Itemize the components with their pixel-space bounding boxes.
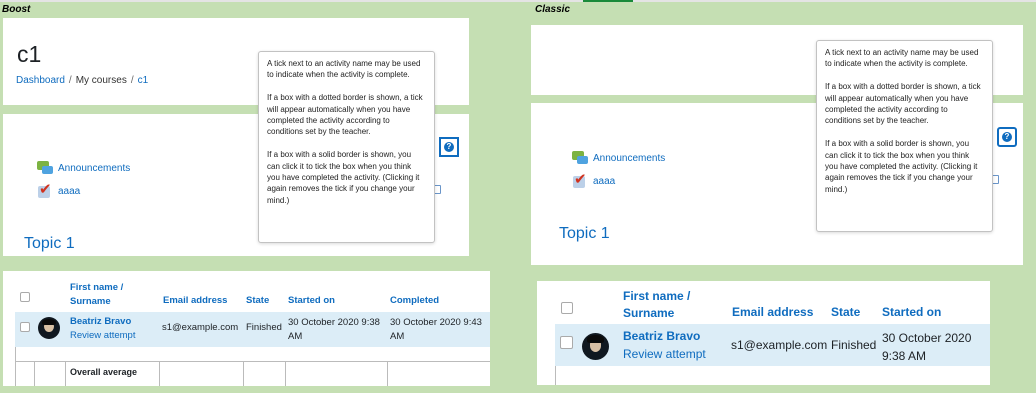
select-all-checkbox[interactable] — [20, 292, 30, 302]
activity-name: aaaa — [593, 175, 616, 187]
table-border — [65, 361, 66, 386]
cell-email: s1@example.com — [731, 338, 828, 352]
topic-heading[interactable]: Topic 1 — [24, 235, 75, 253]
completion-help-tooltip: A tick next to an activity name may be u… — [816, 40, 993, 232]
activity-announcements[interactable]: Announcements — [37, 160, 130, 176]
col-header-email[interactable]: Email address — [732, 305, 813, 319]
topic-heading[interactable]: Topic 1 — [559, 225, 610, 243]
activity-announcements[interactable]: Announcements — [572, 150, 665, 166]
sort-first-name[interactable]: First name — [623, 289, 684, 303]
activity-name: aaaa — [58, 185, 81, 197]
cell-state: Finished — [831, 338, 877, 352]
table-border — [555, 366, 556, 385]
col-header-completed[interactable]: Completed — [390, 295, 439, 306]
overall-average-label: Overall average — [70, 367, 138, 377]
review-attempt-link[interactable]: Review attempt — [623, 347, 706, 361]
col-header-email[interactable]: Email address — [163, 295, 227, 306]
col-header-state[interactable]: State — [246, 295, 269, 306]
boost-label: Boost — [2, 4, 31, 15]
sort-first-name[interactable]: First name — [70, 282, 118, 293]
table-border — [387, 361, 388, 386]
cell-email: s1@example.com — [162, 322, 239, 333]
page-title: c1 — [17, 41, 42, 67]
breadcrumb: Dashboard / My courses / c1 — [16, 75, 148, 86]
quiz-icon — [37, 180, 53, 199]
table-border — [159, 361, 160, 386]
tooltip-paragraph: If a box with a dotted border is shown, … — [267, 93, 423, 137]
classic-attempts-table: First name / Surname Email address State… — [537, 281, 990, 385]
completion-help-button[interactable]: ? — [439, 137, 459, 157]
tooltip-paragraph: A tick next to an activity name may be u… — [825, 48, 979, 69]
student-name-link[interactable]: Beatriz Bravo — [623, 329, 700, 343]
sort-surname[interactable]: Surname — [623, 306, 674, 320]
activity-aaaa[interactable]: aaaa — [572, 170, 616, 189]
activity-aaaa[interactable]: aaaa — [37, 180, 81, 199]
forum-icon — [572, 150, 588, 166]
tooltip-paragraph: If a box with a dotted border is shown, … — [825, 82, 981, 126]
completion-help-tooltip: A tick next to an activity name may be u… — [258, 51, 435, 243]
forum-icon — [37, 160, 53, 176]
table-border — [243, 361, 244, 386]
row-checkbox[interactable] — [560, 336, 573, 349]
boost-attempts-table: First name / Surname Email address State… — [3, 271, 490, 386]
activity-name: Announcements — [58, 162, 131, 174]
name-header-slash: / — [683, 289, 691, 303]
help-icon: ? — [444, 142, 454, 152]
table-border — [15, 347, 16, 386]
activity-name: Announcements — [593, 152, 666, 164]
tooltip-paragraph: If a box with a solid border is shown, y… — [267, 150, 420, 205]
avatar — [38, 317, 60, 339]
tooltip-paragraph: A tick next to an activity name may be u… — [267, 59, 421, 80]
cell-started-on: 30 October 2020 9:38 AM — [288, 317, 380, 342]
help-icon: ? — [1002, 132, 1012, 142]
name-header-slash: / — [118, 282, 124, 293]
breadcrumb-dashboard[interactable]: Dashboard — [16, 75, 65, 86]
col-header-state[interactable]: State — [831, 305, 860, 319]
table-border — [285, 361, 286, 386]
active-tab-indicator — [583, 0, 633, 2]
tooltip-paragraph: If a box with a solid border is shown, y… — [825, 139, 978, 194]
top-strip — [0, 0, 1036, 2]
table-border — [34, 361, 35, 386]
sort-surname[interactable]: Surname — [70, 296, 111, 307]
col-header-name[interactable]: First name / Surname — [623, 288, 690, 322]
quiz-icon — [572, 170, 588, 189]
row-checkbox[interactable] — [20, 322, 30, 332]
col-header-started-on[interactable]: Started on — [288, 295, 335, 306]
cell-state: Finished — [246, 322, 282, 333]
started-time: 9:38 AM — [882, 349, 927, 363]
col-header-name[interactable]: First name / Surname — [70, 281, 123, 309]
col-header-started-on[interactable]: Started on — [882, 305, 941, 319]
started-date: 30 October 2020 — [882, 331, 972, 345]
student-name-link[interactable]: Beatriz Bravo — [70, 316, 131, 327]
breadcrumb-separator: / — [130, 75, 134, 86]
completion-help-button[interactable]: ? — [997, 127, 1017, 147]
cell-started-on: 30 October 2020 9:38 AM — [882, 329, 971, 365]
classic-label: Classic — [535, 4, 571, 15]
cell-completed: 30 October 2020 9:43 AM — [390, 317, 482, 342]
review-attempt-link[interactable]: Review attempt — [70, 330, 135, 341]
breadcrumb-separator: / — [68, 75, 72, 86]
table-border — [15, 361, 490, 362]
breadcrumb-my-courses[interactable]: My courses — [76, 75, 127, 86]
select-all-checkbox[interactable] — [561, 302, 573, 314]
breadcrumb-course[interactable]: c1 — [138, 75, 149, 86]
avatar — [582, 333, 609, 360]
